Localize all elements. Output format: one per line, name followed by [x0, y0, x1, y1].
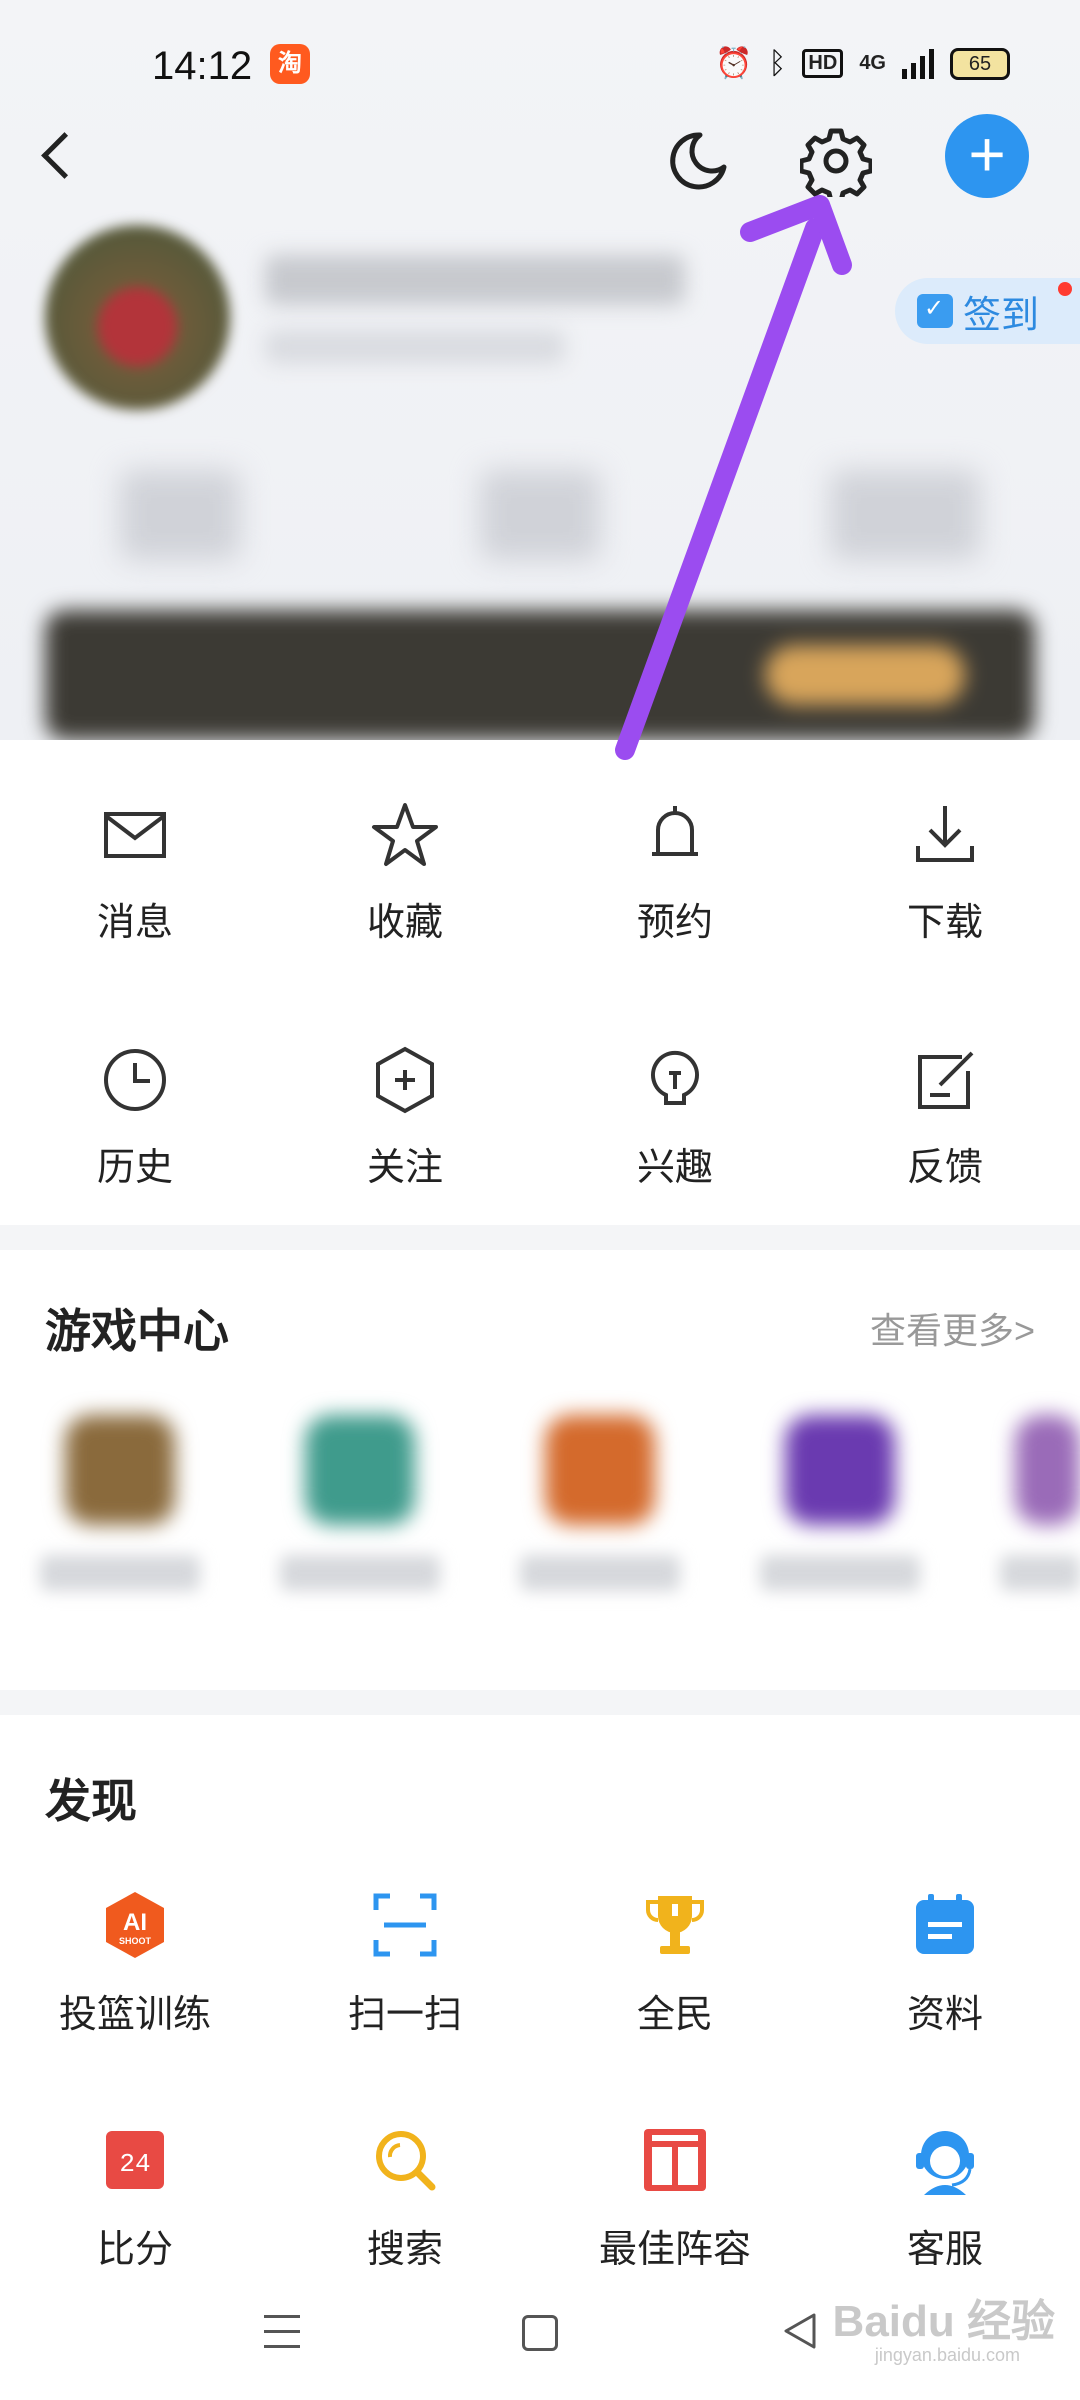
system-nav-bar: Baidu 经验 jingyan.baidu.com [0, 2265, 1080, 2400]
status-bar: 14:12 淘 ⏰ ᛒ HD 4G 65 [0, 0, 1080, 130]
alarm-icon: ⏰ [715, 47, 753, 80]
menu-item-history[interactable]: 历史 [0, 1045, 270, 1215]
home-button[interactable] [522, 2315, 558, 2351]
trophy-icon [646, 1896, 704, 1954]
menu-item-interests[interactable]: 兴趣 [540, 1045, 810, 1215]
menu-item-messages[interactable]: 消息 [0, 800, 270, 970]
hexagon-plus-icon [376, 1046, 434, 1114]
scan-icon [373, 1893, 437, 1957]
game-name-blurred [280, 1555, 440, 1591]
promo-banner-blurred[interactable] [45, 610, 1035, 740]
game-icon-blurred[interactable] [65, 1415, 175, 1525]
app-notification-icon: 淘 [270, 44, 310, 84]
menu-item-feedback[interactable]: 反馈 [810, 1045, 1080, 1215]
game-icon-blurred[interactable] [545, 1415, 655, 1525]
checkin-button[interactable]: 签到 [895, 278, 1080, 344]
star-icon [372, 803, 438, 866]
moon-icon [670, 132, 727, 190]
status-time: 14:12 [152, 44, 253, 88]
discover-section: 发现 AI SHOOT 投篮训练 扫一扫 全民 资料 24 比分 搜索 最佳阵容… [0, 1715, 1080, 2315]
menu-item-downloads[interactable]: 下载 [810, 800, 1080, 970]
calendar-icon [916, 1894, 974, 1954]
menu-item-following[interactable]: 关注 [270, 1045, 540, 1215]
score-24-icon: 24 [106, 2131, 164, 2189]
back-triangle-icon[interactable] [780, 2311, 820, 2351]
download-icon [916, 806, 974, 862]
night-mode-button[interactable] [662, 125, 732, 195]
discover-label: 全民 [636, 1994, 713, 2036]
stat-blurred [480, 470, 600, 560]
discover-item-data[interactable]: 资料 [810, 1890, 1080, 2090]
discover-label: 扫一扫 [347, 1994, 462, 2036]
hd-badge: HD [802, 49, 844, 78]
ai-shoot-icon: AI SHOOT [106, 1892, 164, 1958]
discover-item-all[interactable]: 全民 [540, 1890, 810, 2090]
game-name-blurred [520, 1555, 680, 1591]
game-center-section: 游戏中心 查看更多> [0, 1250, 1080, 1690]
menu-label: 下载 [906, 902, 983, 944]
back-button[interactable] [40, 125, 80, 185]
discover-label: 投篮训练 [58, 1994, 211, 2036]
menu-label: 关注 [366, 1147, 443, 1189]
lineup-icon [644, 2129, 706, 2191]
clock-icon [104, 1049, 166, 1111]
bluetooth-icon: ᛒ [768, 46, 787, 80]
game-center-title: 游戏中心 [45, 1305, 229, 1357]
signal-icon [902, 48, 934, 79]
username-blurred [265, 255, 685, 305]
mail-icon [104, 812, 166, 858]
game-icon-blurred[interactable] [785, 1415, 895, 1525]
avatar[interactable] [45, 225, 230, 410]
gear-icon [798, 128, 874, 204]
menu-label: 收藏 [366, 902, 443, 944]
watermark: Baidu 经验 [832, 2297, 1055, 2346]
stat-blurred [830, 470, 980, 560]
menu-item-favorites[interactable]: 收藏 [270, 800, 540, 970]
customer-service-icon [916, 2131, 974, 2195]
menu-label: 消息 [96, 902, 173, 944]
search-icon [376, 2131, 436, 2191]
menu-grid: 消息 收藏 预约 下载 历史 关注 兴趣 反馈 [0, 740, 1080, 1225]
game-name-blurred [1000, 1555, 1080, 1591]
watermark-url: jingyan.baidu.com [874, 2345, 1020, 2365]
view-more-link[interactable]: 查看更多> [870, 1302, 1035, 1354]
svg-text:SHOOT: SHOOT [119, 1936, 152, 1946]
game-name-blurred [40, 1555, 200, 1591]
game-icon-blurred[interactable] [305, 1415, 415, 1525]
network-label: 4G [859, 52, 886, 74]
discover-item-shoot-training[interactable]: AI SHOOT 投篮训练 [0, 1890, 270, 2090]
menu-label: 兴趣 [636, 1147, 713, 1189]
game-icon-blurred[interactable] [1015, 1415, 1080, 1525]
discover-label: 资料 [906, 1994, 983, 2036]
discover-title: 发现 [45, 1775, 137, 1827]
bell-icon [652, 806, 698, 856]
svg-text:24: 24 [119, 2149, 150, 2179]
recent-apps-button[interactable] [264, 2315, 300, 2351]
bulb-icon [651, 1051, 699, 1105]
profile-page: + 签到 14:12 淘 ⏰ ᛒ HD 4G 65 [0, 0, 1080, 2400]
svg-text:AI: AI [123, 1909, 147, 1936]
user-subtitle-blurred [265, 330, 565, 364]
menu-item-reservation[interactable]: 预约 [540, 800, 810, 970]
menu-label: 历史 [96, 1147, 173, 1189]
battery-icon: 65 [950, 47, 1010, 80]
notification-dot [1058, 282, 1072, 296]
stat-blurred [120, 470, 240, 560]
settings-button[interactable] [798, 125, 874, 204]
edit-icon [918, 1051, 974, 1109]
menu-label: 反馈 [906, 1147, 983, 1189]
discover-item-scan[interactable]: 扫一扫 [270, 1890, 540, 2090]
checkin-label: 签到 [963, 294, 1040, 337]
menu-label: 预约 [636, 902, 713, 944]
game-name-blurred [760, 1555, 920, 1591]
calendar-check-icon [917, 294, 953, 328]
